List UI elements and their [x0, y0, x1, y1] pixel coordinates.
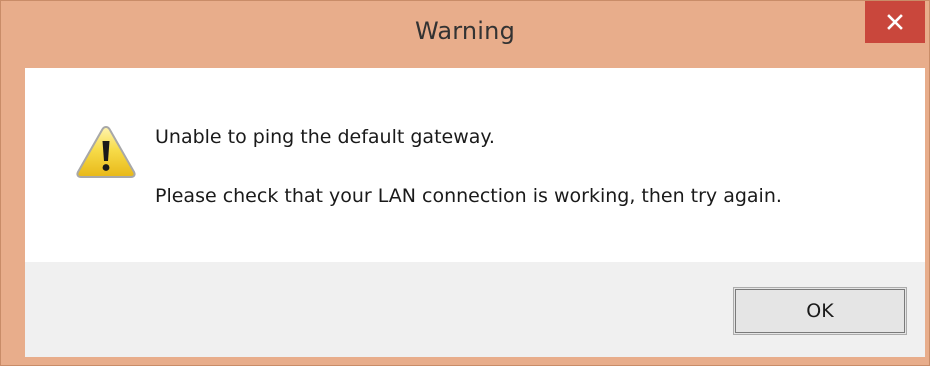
close-icon: [887, 14, 903, 30]
button-bar: OK: [25, 262, 925, 357]
dialog-title: Warning: [414, 17, 516, 45]
ok-button[interactable]: OK: [733, 287, 907, 335]
message-line-2: Please check that your LAN connection is…: [155, 185, 782, 207]
close-button[interactable]: [865, 1, 925, 43]
message-area: Unable to ping the default gateway. Plea…: [25, 68, 925, 262]
message-line-1: Unable to ping the default gateway.: [155, 126, 495, 148]
dialog-content: Unable to ping the default gateway. Plea…: [25, 68, 925, 357]
warning-dialog: Warning Unable to ping the default gatew…: [0, 0, 930, 366]
warning-icon: [76, 125, 136, 178]
title-bar[interactable]: Warning: [1, 1, 929, 67]
